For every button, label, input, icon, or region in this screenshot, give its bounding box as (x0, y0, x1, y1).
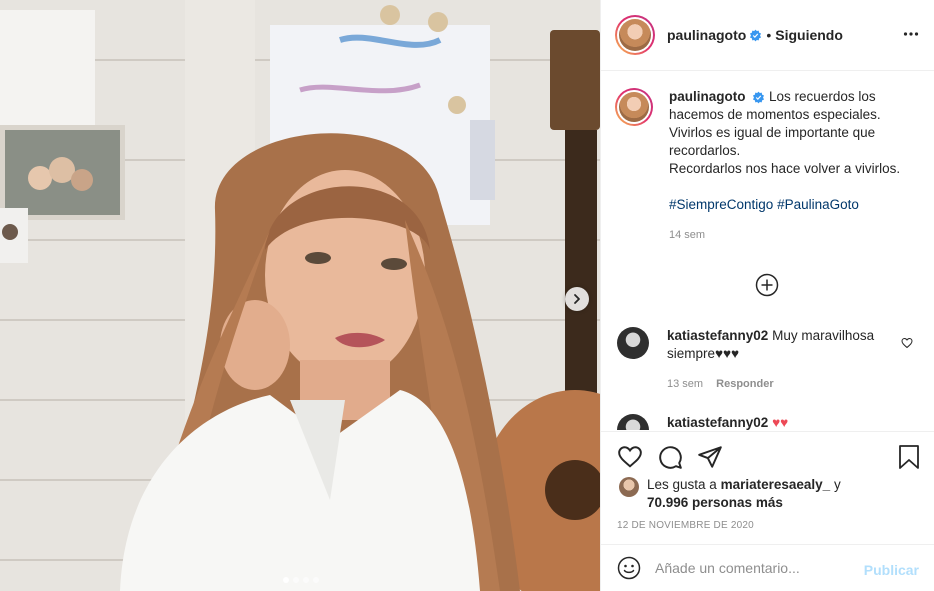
verified-badge-icon (750, 29, 762, 41)
liker-username[interactable]: mariateresaealy_ (721, 477, 831, 492)
likes-count[interactable]: 70.996 personas más (647, 495, 783, 510)
likes-text: Les gusta a mariateresaealy_ y 70.996 pe… (647, 476, 841, 512)
bookmark-icon[interactable] (897, 444, 921, 470)
post-side-panel: paulinagoto • Siguiendo paulinagoto Los … (600, 0, 934, 591)
carousel-next-button[interactable] (565, 287, 589, 311)
post-media[interactable] (0, 0, 600, 591)
publish-button[interactable]: Publicar (864, 562, 919, 578)
comment-icon[interactable] (657, 444, 683, 470)
commenter-username[interactable]: katiastefanny02 (667, 328, 768, 343)
author-avatar[interactable] (615, 15, 655, 55)
comment-body: katiastefanny02 ♥♥ (667, 414, 887, 430)
likes-connector: y (833, 477, 841, 492)
heart-icon[interactable] (617, 444, 643, 470)
following-button[interactable]: Siguiendo (775, 27, 843, 43)
carousel-dot-active (283, 577, 289, 583)
commenter-avatar[interactable] (617, 414, 649, 430)
commenter-avatar[interactable] (617, 327, 649, 359)
verified-badge-icon (753, 91, 765, 104)
likes-summary: Les gusta a mariateresaealy_ y 70.996 pe… (619, 476, 841, 512)
comment-input[interactable] (655, 560, 845, 576)
caption-line: Vivirlos es igual de importante que reco… (669, 125, 876, 158)
comment-item: katiastefanny02 ♥♥ (617, 414, 919, 430)
instagram-post: paulinagoto • Siguiendo paulinagoto Los … (0, 0, 934, 591)
caption-avatar[interactable] (615, 88, 653, 126)
comment-body: katiastefanny02 Muy maravilhosa siempre♥… (667, 327, 887, 393)
post-caption: paulinagoto Los recuerdos los hacemos de… (615, 88, 921, 244)
plus-circle-icon[interactable] (755, 273, 779, 297)
emoji-icon[interactable] (617, 556, 641, 580)
chevron-right-icon (574, 294, 580, 304)
comment-item-clipped: katiastefanny02 ♥♥ (601, 408, 934, 430)
post-header: paulinagoto • Siguiendo (601, 0, 934, 71)
share-icon[interactable] (697, 444, 723, 470)
reply-button[interactable]: Responder (716, 378, 773, 390)
carousel-dot (313, 577, 319, 583)
heart-icon[interactable] (901, 337, 913, 349)
caption-text: paulinagoto Los recuerdos los hacemos de… (669, 88, 909, 244)
carousel-dot (303, 577, 309, 583)
likes-prefix: Les gusta a (647, 477, 717, 492)
hashtag-link[interactable]: #SiempreContigo (669, 197, 773, 212)
post-actions (601, 431, 934, 481)
post-date[interactable]: 12 DE NOVIEMBRE DE 2020 (617, 520, 754, 531)
more-options-icon[interactable] (903, 26, 919, 42)
comment-item: katiastefanny02 Muy maravilhosa siempre♥… (617, 327, 919, 393)
add-comment-bar: Publicar (601, 544, 934, 591)
comment-text: ♥♥ (772, 415, 789, 430)
author-username[interactable]: paulinagoto (667, 27, 746, 43)
commenter-username[interactable]: katiastefanny02 (667, 415, 768, 430)
header-separator: • (766, 27, 772, 43)
comment-meta: 13 sem Responder (667, 375, 887, 393)
caption-timestamp[interactable]: 14 sem (669, 226, 909, 244)
post-photo (0, 0, 600, 591)
carousel-indicator (283, 577, 319, 583)
carousel-dot (293, 577, 299, 583)
caption-hashtags: #SiempreContigo #PaulinaGoto (669, 196, 909, 214)
hashtag-link[interactable]: #PaulinaGoto (777, 197, 859, 212)
comment-time[interactable]: 13 sem (667, 378, 703, 390)
caption-line: Recordarlos nos hace volver a vivirlos. (669, 161, 901, 176)
liker-avatar[interactable] (619, 477, 639, 497)
caption-username[interactable]: paulinagoto (669, 89, 746, 104)
